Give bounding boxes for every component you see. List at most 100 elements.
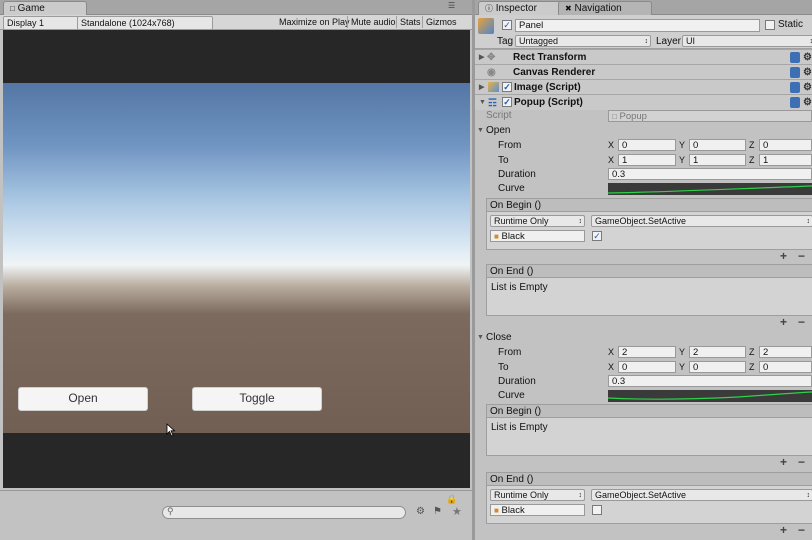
active-checkbox[interactable]: ✓ — [502, 20, 512, 30]
close-from-x-field[interactable]: 2 — [618, 346, 676, 358]
image-enabled-checkbox[interactable]: ✓ — [502, 82, 512, 92]
close-duration-label: Duration — [498, 376, 536, 387]
open-to-y-field[interactable]: 1 — [689, 154, 746, 166]
open-on-begin-header: On Begin () — [486, 198, 812, 212]
target-object-field[interactable]: ■ Black — [490, 230, 585, 242]
tab-inspector[interactable]: ⓘ Inspector — [478, 1, 570, 16]
add-listener-button[interactable]: + — [780, 523, 787, 537]
axis-x-label: X — [608, 140, 615, 150]
axis-y-label: Y — [679, 140, 686, 150]
close-duration-field[interactable]: 0.3 — [608, 375, 812, 387]
script-field[interactable]: □ Popup — [608, 110, 812, 122]
close-curve-field[interactable] — [608, 390, 812, 402]
open-from-y-field[interactable]: 0 — [689, 139, 746, 151]
close-on-begin-header: On Begin () — [486, 404, 812, 418]
add-listener-button[interactable]: + — [780, 249, 787, 263]
empty-list-text: List is Empty — [491, 422, 548, 433]
runtime-mode-dropdown[interactable]: Runtime Only — [490, 489, 585, 501]
remove-listener-button[interactable]: − — [798, 315, 805, 329]
favorite-star-icon[interactable]: ★ — [452, 505, 462, 518]
popup-enabled-checkbox[interactable]: ✓ — [502, 97, 512, 107]
tag-label: Tag — [497, 36, 514, 47]
image-icon — [488, 82, 499, 92]
open-from-x-field[interactable]: 0 — [618, 139, 676, 151]
object-header: ✓ Panel Static Tag Untagged Layer UI — [475, 15, 812, 49]
script-icon: ☶ — [488, 98, 497, 109]
target-object-field[interactable]: ■ Black — [490, 504, 585, 516]
game-viewport[interactable]: Open Toggle — [3, 30, 470, 488]
axis-z-label: Z — [749, 347, 755, 357]
close-to-z-field[interactable]: 0 — [759, 361, 812, 373]
popup-script-header[interactable]: ▼ ☶ ✓ Popup (Script) ⚙ — [475, 94, 812, 110]
maximize-on-play-toggle[interactable]: Maximize on Play — [276, 16, 353, 28]
mute-audio-toggle[interactable]: Mute audio — [347, 16, 399, 28]
fold-arrow-down-icon[interactable]: ▼ — [479, 95, 486, 110]
add-listener-button[interactable]: + — [780, 455, 787, 469]
mouse-cursor-icon — [166, 423, 176, 437]
function-dropdown[interactable]: GameObject.SetActive — [591, 215, 812, 227]
curve-preview — [608, 391, 812, 400]
close-to-y-field[interactable]: 0 — [689, 361, 746, 373]
tab-navigation[interactable]: ✖ Navigation — [558, 1, 652, 16]
open-button[interactable]: Open — [18, 387, 148, 411]
display-dropdown[interactable]: Display 1 — [3, 16, 81, 30]
close-on-end-header: On End () — [486, 472, 812, 486]
fold-arrow-icon[interactable]: ▶ — [479, 50, 484, 65]
resolution-dropdown[interactable]: Standalone (1024x768) — [77, 16, 213, 30]
close-to-x-field[interactable]: 0 — [618, 361, 676, 373]
layer-dropdown[interactable]: UI — [682, 35, 812, 47]
remove-listener-button[interactable]: − — [798, 523, 805, 537]
open-to-x-field[interactable]: 1 — [618, 154, 676, 166]
toggle-button[interactable]: Toggle — [192, 387, 322, 411]
tag-dropdown[interactable]: Untagged — [515, 35, 651, 47]
runtime-mode-dropdown[interactable]: Runtime Only — [490, 215, 585, 227]
curve-preview — [608, 185, 812, 194]
close-from-y-field[interactable]: 2 — [689, 346, 746, 358]
open-to-z-field[interactable]: 1 — [759, 154, 812, 166]
fold-arrow-down-icon[interactable]: ▼ — [477, 334, 484, 341]
label-tag-icon[interactable]: ⚑ — [433, 506, 442, 517]
function-dropdown[interactable]: GameObject.SetActive — [591, 489, 812, 501]
close-from-z-field[interactable]: 2 — [759, 346, 812, 358]
empty-list-text: List is Empty — [491, 282, 548, 293]
axis-z-label: Z — [749, 362, 755, 372]
set-active-checkbox[interactable] — [592, 505, 602, 515]
stats-toggle[interactable]: Stats — [396, 16, 424, 28]
axis-y-label: Y — [679, 155, 686, 165]
close-section-label: Close — [486, 332, 512, 343]
axis-z-label: Z — [749, 140, 755, 150]
remove-listener-button[interactable]: − — [798, 455, 805, 469]
open-curve-field[interactable] — [608, 183, 812, 195]
gear-icon[interactable]: ⚙ — [803, 95, 812, 110]
set-active-checkbox[interactable]: ✓ — [592, 231, 602, 241]
help-book-icon[interactable] — [790, 82, 800, 93]
help-book-icon[interactable] — [790, 97, 800, 108]
image-script-header[interactable]: ▶ ✓ Image (Script) ⚙ — [475, 79, 812, 95]
open-curve-label: Curve — [498, 183, 525, 194]
object-name-field[interactable]: Panel — [515, 19, 760, 32]
help-book-icon[interactable] — [790, 67, 800, 78]
gear-icon[interactable]: ⚙ — [803, 50, 812, 65]
filter-type-icon[interactable]: ⚙ — [416, 506, 425, 517]
gameobject-icon: ■ — [494, 232, 499, 241]
lock-icon[interactable]: 🔒 — [446, 494, 457, 505]
project-search-input[interactable]: ⚲ — [162, 506, 406, 519]
canvas-renderer-header[interactable]: ◉ Canvas Renderer ⚙ — [475, 64, 812, 80]
remove-listener-button[interactable]: − — [798, 249, 805, 263]
skybox — [3, 83, 470, 433]
game-tab-bar: □ Game ☰ — [0, 0, 474, 16]
gear-icon[interactable]: ⚙ — [803, 65, 812, 80]
fold-arrow-icon[interactable]: ▶ — [479, 80, 484, 95]
help-book-icon[interactable] — [790, 52, 800, 63]
tab-game[interactable]: □ Game — [3, 1, 87, 16]
rect-transform-header[interactable]: ▶ ✥ Rect Transform ⚙ — [475, 49, 812, 65]
panel-menu-icon[interactable]: ☰ — [448, 1, 455, 10]
add-listener-button[interactable]: + — [780, 315, 787, 329]
static-checkbox[interactable] — [765, 20, 775, 30]
open-duration-field[interactable]: 0.3 — [608, 168, 812, 180]
gizmos-dropdown[interactable]: Gizmos — [422, 16, 460, 28]
axis-z-label: Z — [749, 155, 755, 165]
open-from-z-field[interactable]: 0 — [759, 139, 812, 151]
fold-arrow-down-icon[interactable]: ▼ — [477, 127, 484, 134]
gear-icon[interactable]: ⚙ — [803, 80, 812, 95]
